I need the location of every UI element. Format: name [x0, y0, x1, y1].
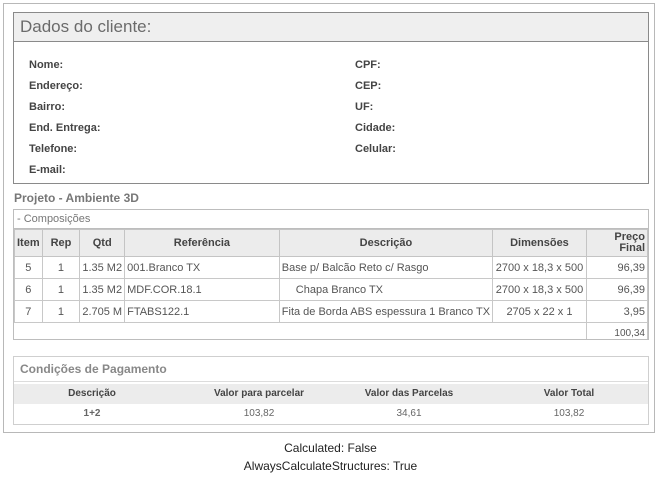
- payment-value-row: 1+2 103,82 34,61 103,82: [14, 404, 648, 424]
- composicoes-label: - Composições: [14, 210, 648, 229]
- table-row: 6 1 1.35 M2 MDF.COR.18.1 Chapa Branco TX…: [14, 278, 648, 301]
- items-header-row: Item Rep Qtd Referência Descrição Dimens…: [14, 229, 648, 257]
- cell-qtd: 2.705 M: [79, 300, 126, 323]
- payment-section: Condições de Pagamento Descrição Valor p…: [13, 356, 649, 425]
- cell-rep: 1: [41, 300, 81, 323]
- col-rep: Rep: [41, 229, 81, 257]
- cell-preco: 3,95: [585, 300, 648, 323]
- col-qtd: Qtd: [79, 229, 126, 257]
- client-section: Dados do cliente: Nome: Endereço: Bairro…: [13, 12, 649, 184]
- cell-referencia: MDF.COR.18.1: [124, 278, 280, 301]
- footer-always-calculate: AlwaysCalculateStructures: True: [243, 459, 418, 473]
- cell-descricao: Chapa Branco TX: [278, 278, 494, 301]
- report-frame: Dados do cliente: Nome: Endereço: Bairro…: [3, 3, 655, 433]
- client-section-title: Dados do cliente:: [14, 13, 648, 42]
- col-item: Item: [14, 229, 43, 257]
- field-celular: Celular:: [355, 143, 396, 155]
- composicoes-section: - Composições Item Rep Qtd Referência De…: [13, 209, 649, 340]
- cell-dimensoes: 2705 x 22 x 1: [492, 300, 587, 323]
- col-referencia: Referência: [124, 229, 280, 257]
- total-spacer: [14, 322, 587, 339]
- items-table: Item Rep Qtd Referência Descrição Dimens…: [14, 229, 648, 339]
- field-endereco: Endereço:: [29, 80, 83, 92]
- field-email: E-mail:: [29, 164, 66, 176]
- field-bairro: Bairro:: [29, 101, 66, 113]
- table-row: 7 1 2.705 M FTABS122.1 Fita de Borda ABS…: [14, 300, 648, 323]
- pay-col-valor-parcelar: Valor para parcelar: [213, 388, 305, 399]
- pay-valor-parcelas: 34,61: [396, 408, 422, 419]
- total-row: 100,34: [14, 322, 648, 339]
- field-nome: Nome:: [29, 59, 64, 71]
- cell-rep: 1: [41, 256, 81, 279]
- cell-rep: 1: [41, 278, 81, 301]
- cell-referencia: FTABS122.1: [124, 300, 280, 323]
- payment-title: Condições de Pagamento: [14, 357, 648, 382]
- cell-item: 7: [14, 300, 43, 323]
- cell-preco: 96,39: [585, 278, 648, 301]
- table-row: 5 1 1.35 M2 001.Branco TX Base p/ Balcão…: [14, 256, 648, 279]
- field-cpf: CPF:: [355, 59, 381, 71]
- field-end-entrega: End. Entrega:: [29, 122, 101, 134]
- footer-calculated: Calculated: False: [284, 441, 377, 455]
- col-preco-final: Preço Final: [585, 229, 648, 257]
- field-uf: UF:: [355, 101, 374, 113]
- field-telefone: Telefone:: [29, 143, 78, 155]
- cell-item: 5: [14, 256, 43, 279]
- col-descricao: Descrição: [278, 229, 494, 257]
- cell-qtd: 1.35 M2: [79, 278, 126, 301]
- pay-col-valor-parcelas: Valor das Parcelas: [364, 388, 454, 399]
- cell-dimensoes: 2700 x 18,3 x 500: [492, 256, 587, 279]
- field-cidade: Cidade:: [355, 122, 396, 134]
- pay-col-valor-total: Valor Total: [543, 388, 595, 399]
- cell-item: 6: [14, 278, 43, 301]
- field-cep: CEP:: [355, 80, 382, 92]
- total-value: 100,34: [585, 322, 648, 339]
- cell-referencia: 001.Branco TX: [124, 256, 280, 279]
- cell-dimensoes: 2700 x 18,3 x 500: [492, 278, 587, 301]
- cell-descricao: Base p/ Balcão Reto c/ Rasgo: [278, 256, 494, 279]
- project-title: Projeto - Ambiente 3D: [14, 191, 139, 205]
- pay-valor-total: 103,82: [553, 408, 585, 419]
- pay-col-descricao: Descrição: [68, 388, 116, 399]
- pay-valor-parcelar: 103,82: [243, 408, 275, 419]
- cell-preco: 96,39: [585, 256, 648, 279]
- cell-qtd: 1.35 M2: [79, 256, 126, 279]
- payment-header-row: Descrição Valor para parcelar Valor das …: [14, 384, 648, 404]
- cell-descricao: Fita de Borda ABS espessura 1 Branco TX: [278, 300, 494, 323]
- pay-descricao: 1+2: [83, 408, 101, 419]
- col-dimensoes: Dimensões: [492, 229, 587, 257]
